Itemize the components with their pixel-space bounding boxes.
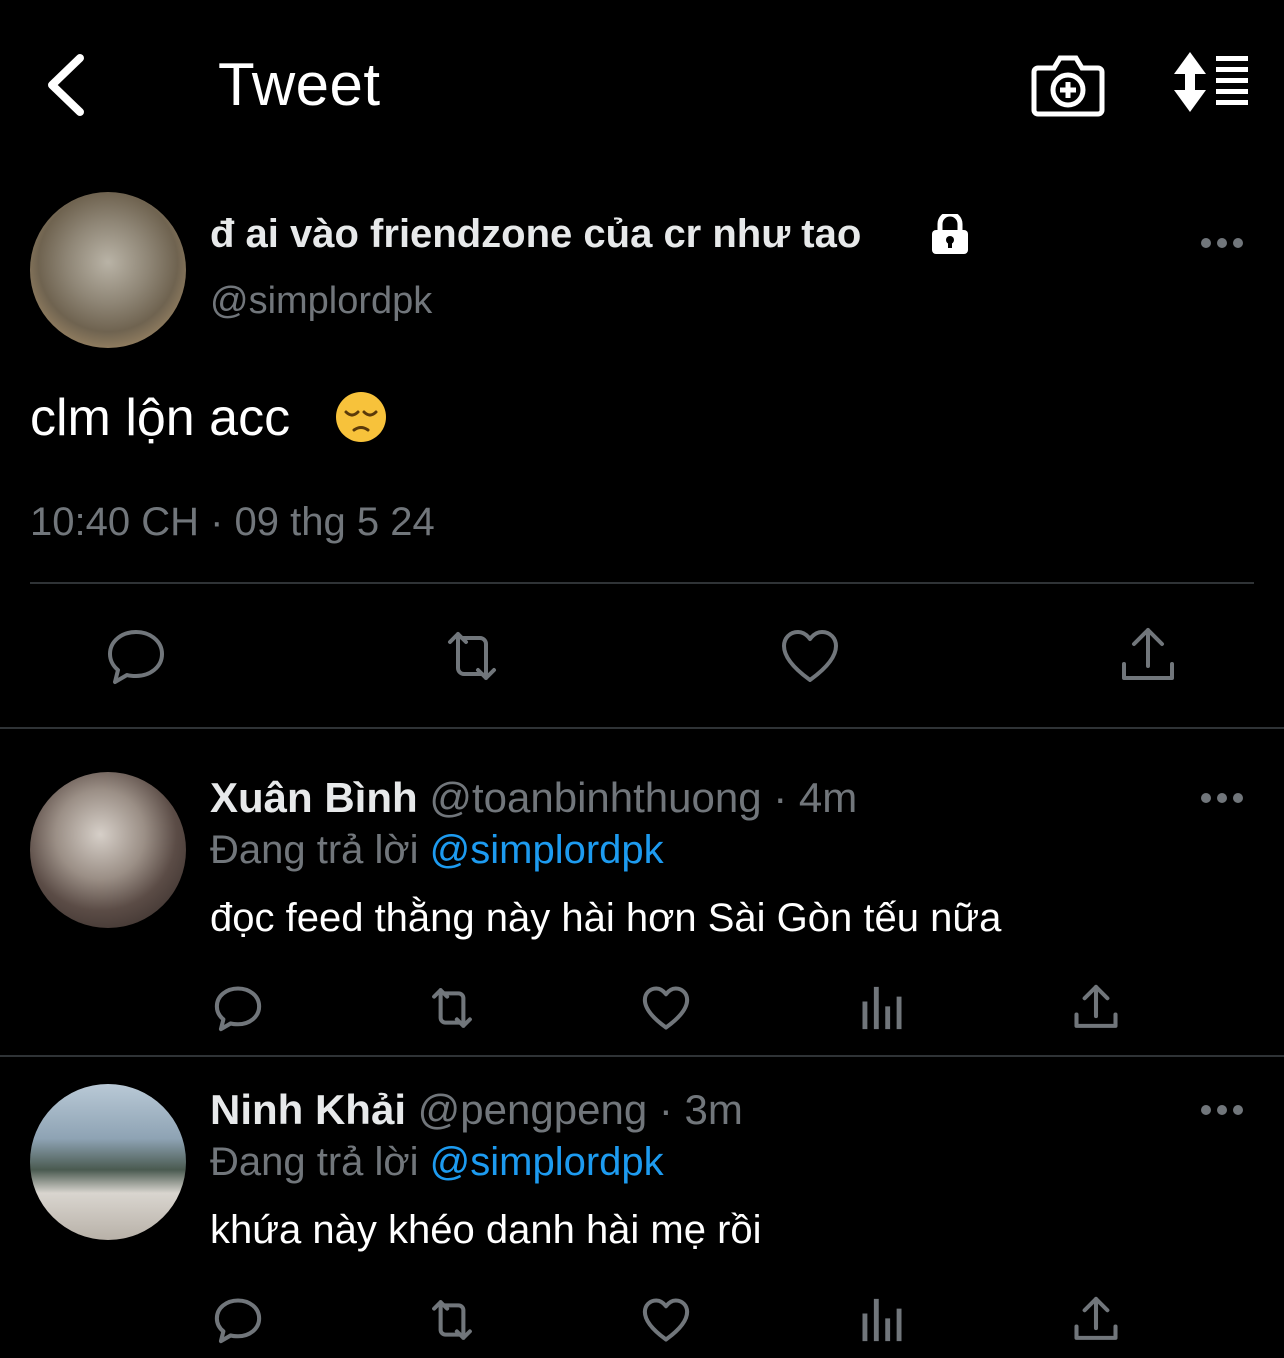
back-button[interactable]: [40, 50, 100, 120]
reply-icon: [108, 630, 164, 684]
replying-to: Đang trả lời @simplordpk: [210, 828, 664, 873]
reply-handle-time[interactable]: @toanbinhthuong · 4m: [429, 774, 857, 821]
like-button[interactable]: [778, 624, 842, 688]
share-icon: [1074, 1296, 1118, 1340]
replying-to: Đang trả lời @simplordpk: [210, 1140, 664, 1185]
tweet-timestamp: 10:40 CH · 09 thg 5 24: [30, 500, 435, 544]
avatar[interactable]: [30, 1084, 186, 1240]
reply-button[interactable]: [212, 1294, 264, 1346]
reply-author-name[interactable]: Xuân Bình: [210, 774, 418, 821]
camera-button[interactable]: [1030, 46, 1106, 122]
divider: [30, 582, 1254, 584]
retweet-button[interactable]: [426, 982, 478, 1034]
divider: [0, 727, 1284, 729]
like-button[interactable]: [640, 1294, 692, 1346]
share-button[interactable]: [1070, 982, 1122, 1034]
reply-text: đọc feed thằng này hài hơn Sài Gòn tếu n…: [210, 896, 1002, 940]
reply-icon: [214, 1298, 262, 1344]
lock-icon: [928, 214, 972, 254]
share-button[interactable]: [1116, 624, 1180, 688]
analytics-button[interactable]: [856, 1294, 908, 1346]
reply-button[interactable]: [104, 624, 168, 688]
replying-to-handle[interactable]: @simplordpk: [430, 828, 664, 872]
camera-plus-icon: [1031, 55, 1105, 117]
tweet-author-name[interactable]: đ ai vào friendzone của cr như tao: [210, 212, 861, 257]
retweet-button[interactable]: [440, 624, 504, 688]
tweet-text: clm lộn acc: [30, 389, 291, 447]
like-icon: [642, 1298, 690, 1342]
reply-text: khứa này khéo danh hài mẹ rồi: [210, 1208, 762, 1252]
analytics-icon: [862, 1298, 902, 1342]
more-options-icon[interactable]: [1200, 791, 1244, 805]
page-title: Tweet: [218, 51, 381, 118]
divider: [0, 1055, 1284, 1057]
replying-to-handle[interactable]: @simplordpk: [430, 1140, 664, 1184]
retweet-icon: [448, 632, 496, 680]
like-icon: [782, 630, 838, 682]
like-icon: [642, 986, 690, 1030]
share-button[interactable]: [1070, 1294, 1122, 1346]
reply-header: Xuân Bình @toanbinhthuong · 4m: [210, 774, 857, 822]
share-icon: [1122, 628, 1174, 680]
retweet-icon: [432, 1300, 472, 1340]
reply-author-name[interactable]: Ninh Khải: [210, 1086, 406, 1133]
pensive-face-icon: [334, 390, 388, 444]
reply-header: Ninh Khải @pengpeng · 3m: [210, 1086, 743, 1134]
tweet-author-handle[interactable]: @simplordpk: [210, 280, 432, 323]
avatar[interactable]: [30, 192, 186, 348]
analytics-icon: [862, 986, 902, 1030]
chevron-left-icon: [48, 54, 84, 116]
sort-button[interactable]: [1170, 50, 1252, 114]
analytics-button[interactable]: [856, 982, 908, 1034]
retweet-button[interactable]: [426, 1294, 478, 1346]
reply-icon: [214, 986, 262, 1032]
share-icon: [1074, 984, 1118, 1028]
replying-label: Đang trả lời: [210, 1140, 419, 1184]
replying-label: Đang trả lời: [210, 828, 419, 872]
more-options-icon[interactable]: [1200, 1103, 1244, 1117]
avatar[interactable]: [30, 772, 186, 928]
more-options-icon[interactable]: [1200, 236, 1244, 250]
retweet-icon: [432, 988, 472, 1028]
like-button[interactable]: [640, 982, 692, 1034]
reply-button[interactable]: [212, 982, 264, 1034]
reply-handle-time[interactable]: @pengpeng · 3m: [418, 1086, 743, 1133]
sort-icon: [1174, 52, 1248, 112]
